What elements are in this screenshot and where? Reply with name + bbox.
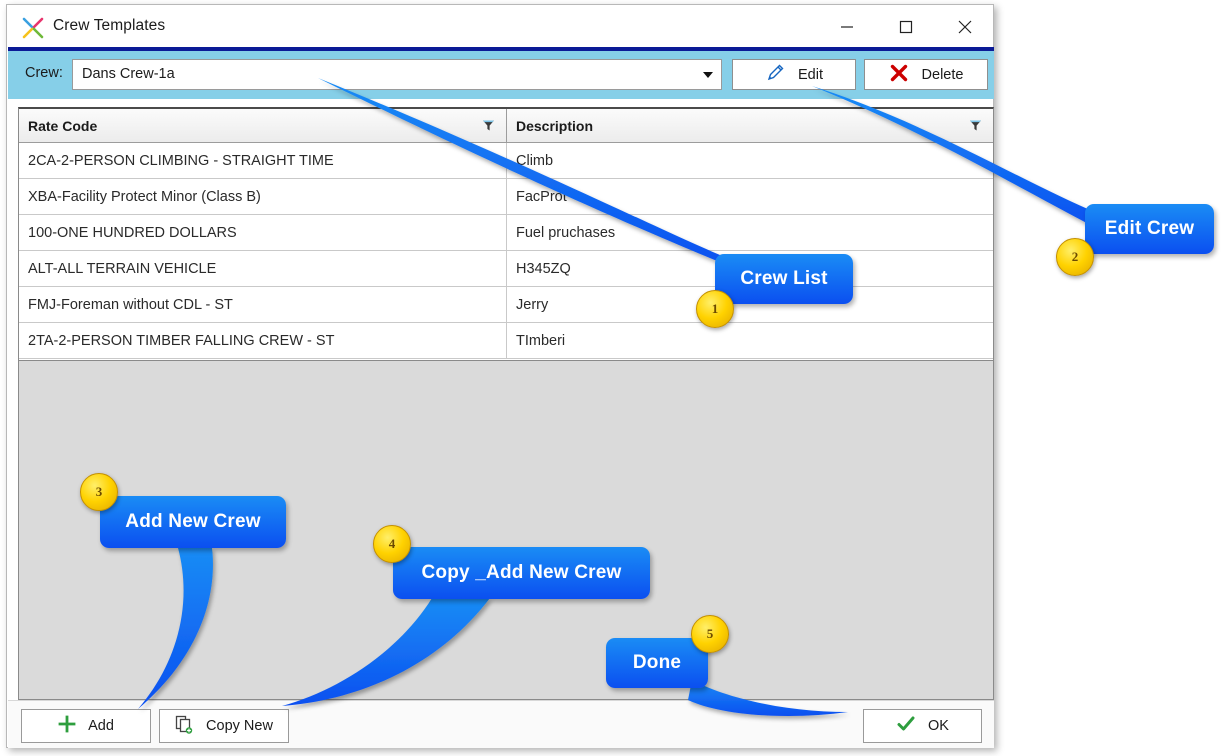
cell-rate-code: 2TA-2-PERSON TIMBER FALLING CREW - ST bbox=[19, 323, 507, 358]
filter-funnel-icon[interactable] bbox=[969, 119, 982, 135]
cell-rate-code: ALT-ALL TERRAIN VEHICLE bbox=[19, 251, 507, 286]
minimize-icon[interactable] bbox=[824, 5, 870, 48]
cell-rate-code: 2CA-2-PERSON CLIMBING - STRAIGHT TIME bbox=[19, 143, 507, 178]
pencil-icon bbox=[765, 63, 785, 87]
cell-description: Climb bbox=[516, 152, 554, 169]
callout-badge-4-number: 4 bbox=[388, 536, 396, 551]
edit-button[interactable]: Edit bbox=[732, 59, 856, 90]
column-header-rate-code[interactable]: Rate Code bbox=[19, 109, 507, 142]
dialog-footer: Add Copy New OK bbox=[8, 700, 994, 748]
callout-copy-add-new-crew: Copy _Add New Crew bbox=[393, 547, 650, 599]
cell-description: TImberi bbox=[516, 332, 566, 349]
callout-add-new-crew: Add New Crew bbox=[100, 496, 286, 548]
copy-new-button[interactable]: Copy New bbox=[159, 709, 289, 743]
ok-button-label: OK bbox=[928, 718, 949, 734]
callout-badge-1: 1 bbox=[696, 290, 734, 328]
callout-crew-list-label: Crew List bbox=[740, 268, 828, 289]
rate-code-grid: Rate Code Description 2CA-2-PERSON CLIMB… bbox=[18, 107, 994, 361]
callout-badge-2: 2 bbox=[1056, 238, 1094, 276]
callout-badge-3: 3 bbox=[80, 473, 118, 511]
delete-button[interactable]: Delete bbox=[864, 59, 988, 90]
grid-header-row: Rate Code Description bbox=[19, 109, 993, 143]
crew-select-value: Dans Crew-1a bbox=[82, 66, 175, 82]
callout-badge-5-number: 5 bbox=[706, 626, 714, 641]
cell-rate-code: XBA-Facility Protect Minor (Class B) bbox=[19, 179, 507, 214]
close-icon[interactable] bbox=[942, 5, 988, 48]
column-header-description[interactable]: Description bbox=[507, 109, 993, 142]
callout-badge-4: 4 bbox=[373, 525, 411, 563]
crew-templates-window: Crew Templates Crew: Dans Crew-1a Edit D… bbox=[6, 4, 994, 748]
green-check-icon bbox=[896, 714, 916, 738]
title-bar: Crew Templates bbox=[7, 5, 993, 49]
copy-documents-icon bbox=[175, 715, 194, 738]
column-header-description-label: Description bbox=[516, 117, 594, 134]
cell-rate-code: FMJ-Foreman without CDL - ST bbox=[19, 287, 507, 322]
callout-crew-list: Crew List bbox=[715, 254, 853, 304]
callout-edit-crew-label: Edit Crew bbox=[1104, 218, 1195, 239]
callout-add-new-crew-label: Add New Crew bbox=[125, 511, 261, 532]
window-title: Crew Templates bbox=[53, 17, 166, 34]
maximize-icon[interactable] bbox=[883, 5, 929, 48]
callout-done: Done bbox=[606, 638, 708, 688]
callout-badge-1-number: 1 bbox=[711, 301, 719, 316]
cell-rate-code: 100-ONE HUNDRED DOLLARS bbox=[19, 215, 507, 250]
callout-done-label: Done bbox=[632, 652, 682, 673]
crew-label: Crew: bbox=[25, 65, 63, 81]
cell-description: FacProt bbox=[516, 188, 567, 205]
table-row[interactable]: XBA-Facility Protect Minor (Class B) Fac… bbox=[19, 179, 993, 215]
filter-funnel-icon[interactable] bbox=[482, 119, 495, 135]
callout-copy-add-new-crew-label: Copy _Add New Crew bbox=[421, 562, 622, 583]
callout-badge-3-number: 3 bbox=[95, 484, 103, 499]
crew-select[interactable]: Dans Crew-1a bbox=[72, 59, 722, 90]
delete-button-label: Delete bbox=[921, 66, 964, 83]
ok-button[interactable]: OK bbox=[863, 709, 982, 743]
crew-toolbar: Crew: Dans Crew-1a Edit Delete bbox=[8, 51, 994, 99]
x-logo-icon bbox=[21, 16, 45, 40]
column-header-rate-code-label: Rate Code bbox=[28, 117, 98, 134]
chevron-down-icon bbox=[703, 72, 713, 78]
copy-new-button-label: Copy New bbox=[206, 718, 273, 734]
callout-edit-crew: Edit Crew bbox=[1085, 204, 1214, 254]
callout-badge-2-number: 2 bbox=[1071, 249, 1079, 264]
table-row[interactable]: 2CA-2-PERSON CLIMBING - STRAIGHT TIME Cl… bbox=[19, 143, 993, 179]
add-button-label: Add bbox=[88, 718, 114, 734]
cell-description: Fuel pruchases bbox=[516, 224, 616, 241]
green-plus-icon bbox=[58, 715, 76, 737]
table-row[interactable]: 2TA-2-PERSON TIMBER FALLING CREW - ST TI… bbox=[19, 323, 993, 359]
edit-button-label: Edit bbox=[798, 66, 823, 83]
callout-badge-5: 5 bbox=[691, 615, 729, 653]
add-button[interactable]: Add bbox=[21, 709, 151, 743]
table-row[interactable]: 100-ONE HUNDRED DOLLARS Fuel pruchases bbox=[19, 215, 993, 251]
red-x-icon bbox=[889, 63, 909, 87]
